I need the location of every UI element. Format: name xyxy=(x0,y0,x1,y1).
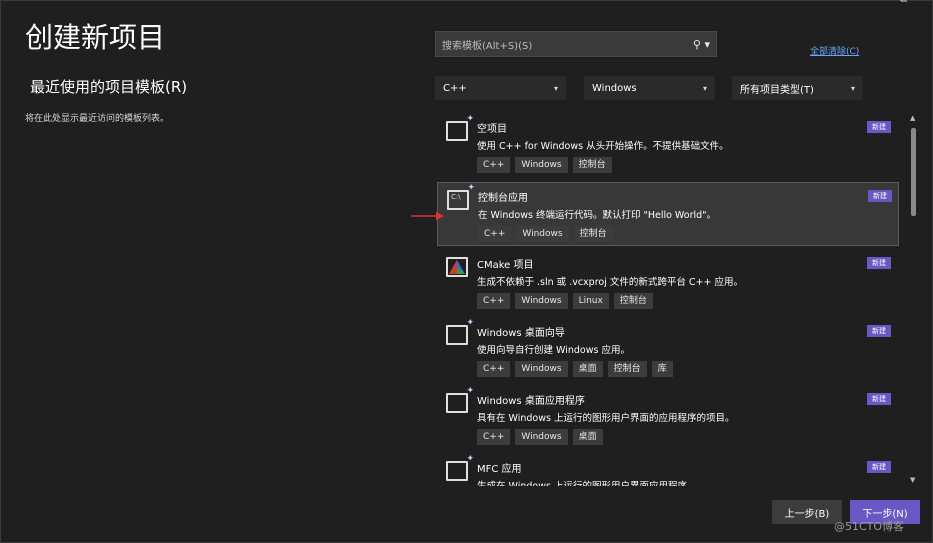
tag: Windows xyxy=(516,226,569,242)
template-list: ✦ 空项目 使用 C++ for Windows 从头开始操作。不提供基础文件。… xyxy=(437,114,899,486)
search-input[interactable]: 搜索模板(Alt+S)(S) ⚲ ▾ xyxy=(435,31,717,57)
chevron-down-icon: ▾ xyxy=(702,83,707,93)
tag: 控制台 xyxy=(607,361,647,377)
cmake-icon xyxy=(446,257,468,277)
recent-templates-heading: 最近使用的项目模板(R) xyxy=(30,78,188,96)
recent-templates-description: 将在此处显示最近访问的模板列表。 xyxy=(25,114,170,124)
project-type-dropdown[interactable]: 所有项目类型(T) ▾ xyxy=(732,76,863,100)
template-tags: C++ Windows 控制台 xyxy=(478,226,613,242)
tag: 桌面 xyxy=(572,361,603,377)
template-tags: C++ Windows 控制台 xyxy=(477,157,612,173)
tag: 控制台 xyxy=(572,157,612,173)
minimize-icon[interactable]: — xyxy=(856,0,866,5)
template-name: Windows 桌面向导 xyxy=(477,328,565,339)
project-type-dropdown-value: 所有项目类型(T) xyxy=(740,84,814,96)
tag: 控制台 xyxy=(613,293,653,309)
platform-dropdown[interactable]: Windows ▾ xyxy=(584,76,715,100)
scroll-up-icon[interactable]: ▲ xyxy=(910,114,915,122)
page-title: 创建新项目 xyxy=(25,21,166,54)
annotation-arrow xyxy=(411,212,444,220)
template-description: 在 Windows 终端运行代码。默认打印 "Hello World"。 xyxy=(478,210,717,221)
language-dropdown-value: C++ xyxy=(443,82,467,94)
desktop-app-icon: ✦ xyxy=(446,386,474,413)
new-badge: 新建 xyxy=(868,190,892,202)
new-badge: 新建 xyxy=(867,393,891,405)
template-item-cmake[interactable]: CMake 项目 生成不依赖于 .sln 或 .vcxproj 文件的新式跨平台… xyxy=(437,250,899,314)
template-item-console-app[interactable]: C:\ ✦ 控制台应用 在 Windows 终端运行代码。默认打印 "Hello… xyxy=(437,182,899,246)
clear-all-link[interactable]: 全部清除(C) xyxy=(810,44,859,57)
new-badge: 新建 xyxy=(867,325,891,337)
template-name: 控制台应用 xyxy=(478,193,528,204)
tag: Windows xyxy=(515,293,568,309)
template-item-empty-project[interactable]: ✦ 空项目 使用 C++ for Windows 从头开始操作。不提供基础文件。… xyxy=(437,114,899,178)
new-badge: 新建 xyxy=(867,121,891,133)
template-name: CMake 项目 xyxy=(477,260,534,271)
tag: Linux xyxy=(572,293,609,309)
tag: 桌面 xyxy=(572,429,603,445)
template-tags: C++ Windows Linux 控制台 xyxy=(477,293,653,309)
back-button[interactable]: 上一步(B) xyxy=(772,500,842,524)
template-description: 生成在 Windows 上运行的图形用户界面应用程序 xyxy=(477,478,687,486)
window-controls: — ⧉ xyxy=(856,0,907,5)
search-placeholder: 搜索模板(Alt+S)(S) xyxy=(442,40,533,52)
tag: C++ xyxy=(477,429,511,445)
template-item-mfc[interactable]: ✦ MFC 应用 生成在 Windows 上运行的图形用户界面应用程序 新建 xyxy=(437,454,899,486)
tag: 控制台 xyxy=(573,226,613,242)
chevron-down-icon: ▾ xyxy=(850,83,855,93)
template-tags: C++ Windows 桌面 xyxy=(477,429,603,445)
tag: C++ xyxy=(477,361,511,377)
template-description: 生成不依赖于 .sln 或 .vcxproj 文件的新式跨平台 C++ 应用。 xyxy=(477,277,743,288)
search-icon[interactable]: ⚲ ▾ xyxy=(693,38,710,51)
console-app-icon: C:\ ✦ xyxy=(447,183,475,210)
tag: Windows xyxy=(515,157,568,173)
tag: 库 xyxy=(651,361,673,377)
chevron-down-icon: ▾ xyxy=(553,83,558,93)
tag: C++ xyxy=(477,293,511,309)
template-name: 空项目 xyxy=(477,124,507,135)
watermark: @51CTO博客 xyxy=(834,520,905,533)
scrollbar-thumb[interactable] xyxy=(911,128,916,216)
tag: Windows xyxy=(515,361,568,377)
mfc-icon: ✦ xyxy=(446,454,474,481)
template-description: 使用向导自行创建 Windows 应用。 xyxy=(477,345,630,356)
scroll-down-icon[interactable]: ▼ xyxy=(910,476,915,484)
empty-project-icon: ✦ xyxy=(446,114,474,141)
template-item-desktop-wizard[interactable]: ✦ Windows 桌面向导 使用向导自行创建 Windows 应用。 C++ … xyxy=(437,318,899,382)
template-item-desktop-app[interactable]: ✦ Windows 桌面应用程序 具有在 Windows 上运行的图形用户界面的… xyxy=(437,386,899,450)
template-description: 具有在 Windows 上运行的图形用户界面的应用程序的项目。 xyxy=(477,413,735,424)
console-glyph: C:\ xyxy=(451,193,461,201)
template-description: 使用 C++ for Windows 从头开始操作。不提供基础文件。 xyxy=(477,141,729,152)
desktop-wizard-icon: ✦ xyxy=(446,318,474,345)
new-badge: 新建 xyxy=(867,461,891,473)
restore-icon[interactable]: ⧉ xyxy=(900,0,907,5)
template-name: MFC 应用 xyxy=(477,464,522,475)
tag: C++ xyxy=(477,157,511,173)
tag: C++ xyxy=(478,226,512,242)
tag: Windows xyxy=(515,429,568,445)
template-tags: C++ Windows 桌面 控制台 库 xyxy=(477,361,673,377)
language-dropdown[interactable]: C++ ▾ xyxy=(435,76,566,100)
platform-dropdown-value: Windows xyxy=(592,82,637,94)
new-badge: 新建 xyxy=(867,257,891,269)
template-name: Windows 桌面应用程序 xyxy=(477,396,585,407)
